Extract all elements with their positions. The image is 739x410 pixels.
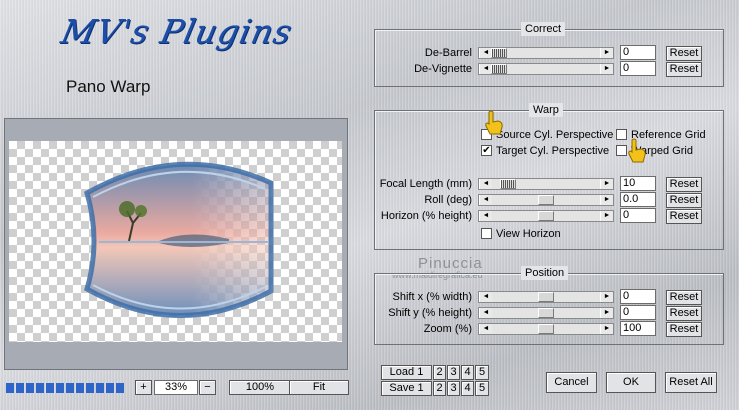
save-slot-3-button[interactable]: 3 <box>447 381 460 396</box>
slider-left-arrow-icon[interactable]: ◄ <box>479 324 492 334</box>
position-row-0-label: Shift x (% width) <box>392 291 472 303</box>
warp-row-1-reset-button[interactable]: Reset <box>666 193 702 208</box>
view-horizon-checkbox[interactable] <box>481 228 492 239</box>
preview-canvas[interactable] <box>9 141 342 342</box>
progress-segment <box>56 383 64 393</box>
load-slot-2-button[interactable]: 2 <box>433 365 446 380</box>
progress-segment <box>16 383 24 393</box>
warp-row-0-label: Focal Length (mm) <box>379 178 472 190</box>
position-row-2-slider[interactable]: ◄ ► <box>478 323 614 335</box>
slider-right-arrow-icon[interactable]: ► <box>600 179 613 189</box>
slider-right-arrow-icon[interactable]: ► <box>600 292 613 302</box>
position-row-2-value-field[interactable]: 100 <box>620 321 656 336</box>
warp-row-2-value-field[interactable]: 0 <box>620 208 656 223</box>
correct-row-0-label: De-Barrel <box>424 47 472 59</box>
slider-right-arrow-icon[interactable]: ► <box>600 195 613 205</box>
load-slot-3-button[interactable]: 3 <box>447 365 460 380</box>
slider-right-arrow-icon[interactable]: ► <box>600 64 613 74</box>
cancel-button[interactable]: Cancel <box>546 372 597 393</box>
slider-thumb[interactable] <box>538 324 554 334</box>
slider-left-arrow-icon[interactable]: ◄ <box>479 308 492 318</box>
save-slot-2-button[interactable]: 2 <box>433 381 446 396</box>
zoom-100-button[interactable]: 100% <box>229 380 291 395</box>
correct-row-1-label: De-Vignette <box>414 63 472 75</box>
position-title: Position <box>521 266 569 280</box>
slider-thumb[interactable] <box>538 211 554 221</box>
save-slot-4-button[interactable]: 4 <box>461 381 474 396</box>
slider-thumb[interactable] <box>491 48 507 58</box>
slider-right-arrow-icon[interactable]: ► <box>600 211 613 221</box>
save-preset-button[interactable]: Save 1 <box>381 381 432 396</box>
target-cyl-label: Target Cyl. Perspective <box>496 145 610 157</box>
progress-segment <box>116 383 124 393</box>
slider-thumb[interactable] <box>538 292 554 302</box>
slider-right-arrow-icon[interactable]: ► <box>600 308 613 318</box>
slider-right-arrow-icon[interactable]: ► <box>600 324 613 334</box>
hand-pointer-icon <box>485 110 503 135</box>
position-row-1-reset-button[interactable]: Reset <box>666 306 702 321</box>
correct-row-1-value-field[interactable]: 0 <box>620 61 656 76</box>
correct-row-1-slider[interactable]: ◄ ► <box>478 63 614 75</box>
ok-button[interactable]: OK <box>606 372 656 393</box>
correct-row-1-reset-button[interactable]: Reset <box>666 62 702 77</box>
plugin-title: Pano Warp <box>66 77 151 96</box>
position-row-1-value-field[interactable]: 0 <box>620 305 656 320</box>
warp-row-2-reset-button[interactable]: Reset <box>666 209 702 224</box>
warp-row-1-slider[interactable]: ◄ ► <box>478 194 614 206</box>
view-horizon-label: View Horizon <box>496 228 561 240</box>
warp-row-0-slider[interactable]: ◄ ► <box>478 178 614 190</box>
load-slot-5-button[interactable]: 5 <box>475 365 489 380</box>
slider-left-arrow-icon[interactable]: ◄ <box>479 292 492 302</box>
target-cyl-checkmark: ✔ <box>482 145 491 156</box>
warp-row-1-label: Roll (deg) <box>424 194 472 206</box>
progress-segment <box>66 383 74 393</box>
reset-all-button[interactable]: Reset All <box>665 372 717 393</box>
warp-title: Warp <box>529 103 563 117</box>
progress-segment <box>26 383 34 393</box>
warp-row-1-value-field[interactable]: 0.0 <box>620 192 656 207</box>
warp-row-0-value-field[interactable]: 10 <box>620 176 656 191</box>
zoom-in-button[interactable]: + <box>135 380 152 395</box>
load-slot-4-button[interactable]: 4 <box>461 365 474 380</box>
source-cyl-label: Source Cyl. Perspective <box>496 129 614 141</box>
progress-segment <box>106 383 114 393</box>
zoom-value-field: 33% <box>154 380 198 395</box>
position-row-0-reset-button[interactable]: Reset <box>666 290 702 305</box>
slider-left-arrow-icon[interactable]: ◄ <box>479 179 492 189</box>
warp-row-0-reset-button[interactable]: Reset <box>666 177 702 192</box>
load-preset-button[interactable]: Load 1 <box>381 365 432 380</box>
slider-thumb[interactable] <box>538 195 554 205</box>
slider-thumb[interactable] <box>491 64 507 74</box>
correct-title: Correct <box>521 22 566 36</box>
zoom-out-button[interactable]: − <box>199 380 216 395</box>
slider-thumb[interactable] <box>538 308 554 318</box>
slider-right-arrow-icon[interactable]: ► <box>600 48 613 58</box>
progress-segment <box>46 383 54 393</box>
position-row-1-slider[interactable]: ◄ ► <box>478 307 614 319</box>
progress-segment <box>96 383 104 393</box>
zoom-fit-button[interactable]: Fit <box>289 380 349 395</box>
target-cyl-checkbox[interactable]: ✔ <box>481 145 492 156</box>
slider-left-arrow-icon[interactable]: ◄ <box>479 211 492 221</box>
position-row-2-reset-button[interactable]: Reset <box>666 322 702 337</box>
correct-row-0-slider[interactable]: ◄ ► <box>478 47 614 59</box>
progress-segment <box>36 383 44 393</box>
warp-row-2-label: Horizon (% height) <box>380 210 472 222</box>
plugin-logo: MV's Plugins <box>57 12 297 51</box>
correct-row-0-value-field[interactable]: 0 <box>620 45 656 60</box>
position-row-2-label: Zoom (%) <box>423 323 472 335</box>
slider-thumb[interactable] <box>500 179 517 189</box>
progress-segment <box>86 383 94 393</box>
position-row-0-slider[interactable]: ◄ ► <box>478 291 614 303</box>
position-row-1-label: Shift y (% height) <box>388 307 472 319</box>
progress-segment <box>6 383 14 393</box>
position-row-0-value-field[interactable]: 0 <box>620 289 656 304</box>
progress-segment <box>76 383 84 393</box>
preview-image <box>84 161 274 318</box>
hand-pointer-icon <box>628 138 646 163</box>
slider-left-arrow-icon[interactable]: ◄ <box>479 195 492 205</box>
save-slot-5-button[interactable]: 5 <box>475 381 489 396</box>
correct-row-0-reset-button[interactable]: Reset <box>666 46 702 61</box>
warp-row-2-slider[interactable]: ◄ ► <box>478 210 614 222</box>
